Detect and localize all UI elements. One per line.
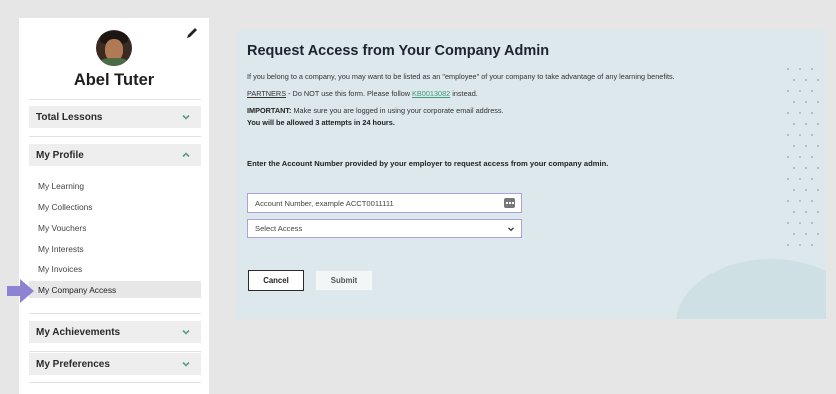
section-label: My Preferences xyxy=(36,358,110,370)
page-title: Request Access from Your Company Admin xyxy=(247,43,550,59)
partners-notice: PARTNERS - Do NOT use this form. Please … xyxy=(247,89,478,98)
divider xyxy=(29,313,201,314)
chevron-down-icon xyxy=(182,329,190,335)
sidebar-item-my-company-access[interactable]: My Company Access xyxy=(29,281,201,298)
intro-text: If you belong to a company, you may want… xyxy=(247,72,675,81)
sidebar-item-my-learning[interactable]: My Learning xyxy=(29,177,201,194)
chevron-down-icon xyxy=(182,361,190,367)
divider xyxy=(29,351,201,352)
section-label: Total Lessons xyxy=(36,111,103,123)
divider xyxy=(29,136,201,137)
cancel-button[interactable]: Cancel xyxy=(248,270,304,291)
section-label: My Profile xyxy=(36,149,84,161)
section-my-profile[interactable]: My Profile xyxy=(29,144,201,166)
partners-label: PARTNERS xyxy=(247,89,287,98)
select-access-value: Select Access xyxy=(255,224,303,233)
partners-suffix: instead. xyxy=(450,89,478,98)
divider xyxy=(29,99,201,100)
account-number-input[interactable]: Account Number, example ACCT0011111 xyxy=(247,193,522,213)
account-number-placeholder: Account Number, example ACCT0011111 xyxy=(255,198,394,208)
attempts-notice: You will be allowed 3 attempts in 24 hou… xyxy=(247,118,395,127)
chevron-down-icon xyxy=(182,114,190,120)
important-label: IMPORTANT: xyxy=(247,106,292,115)
sidebar: Abel Tuter Total Lessons My Profile My L… xyxy=(19,18,209,394)
sidebar-item-my-invoices[interactable]: My Invoices xyxy=(29,260,201,277)
decorative-dots xyxy=(787,68,819,246)
select-access-dropdown[interactable]: Select Access xyxy=(247,219,522,238)
chevron-up-icon xyxy=(182,152,190,158)
pencil-edit-icon[interactable] xyxy=(185,26,199,40)
chevron-down-icon xyxy=(508,227,514,232)
instructions-text: Enter the Account Number provided by you… xyxy=(247,159,609,168)
important-notice: IMPORTANT: Make sure you are logged in u… xyxy=(247,106,504,115)
keyboard-icon[interactable] xyxy=(504,198,515,208)
section-label: My Achievements xyxy=(36,326,121,338)
decorative-wave xyxy=(676,259,826,319)
submit-button[interactable]: Submit xyxy=(315,270,373,291)
partners-text: - Do NOT use this form. Please follow xyxy=(286,89,413,98)
avatar xyxy=(96,30,132,66)
sidebar-item-my-interests[interactable]: My Interests xyxy=(29,240,201,257)
section-my-preferences[interactable]: My Preferences xyxy=(29,353,201,375)
user-name: Abel Tuter xyxy=(73,71,155,89)
sidebar-item-my-collections[interactable]: My Collections xyxy=(29,198,201,215)
pointer-arrow-icon xyxy=(7,279,34,303)
important-text: Make sure you are logged in using your c… xyxy=(291,106,504,115)
request-access-panel: Request Access from Your Company Admin I… xyxy=(236,30,826,319)
section-my-achievements[interactable]: My Achievements xyxy=(29,321,201,343)
kb-article-link[interactable]: KB0013082 xyxy=(412,89,450,98)
sidebar-item-my-vouchers[interactable]: My Vouchers xyxy=(29,219,201,236)
attempts-text: You will be allowed 3 attempts in 24 hou… xyxy=(247,118,395,127)
section-total-lessons[interactable]: Total Lessons xyxy=(29,106,201,128)
divider xyxy=(29,382,201,383)
